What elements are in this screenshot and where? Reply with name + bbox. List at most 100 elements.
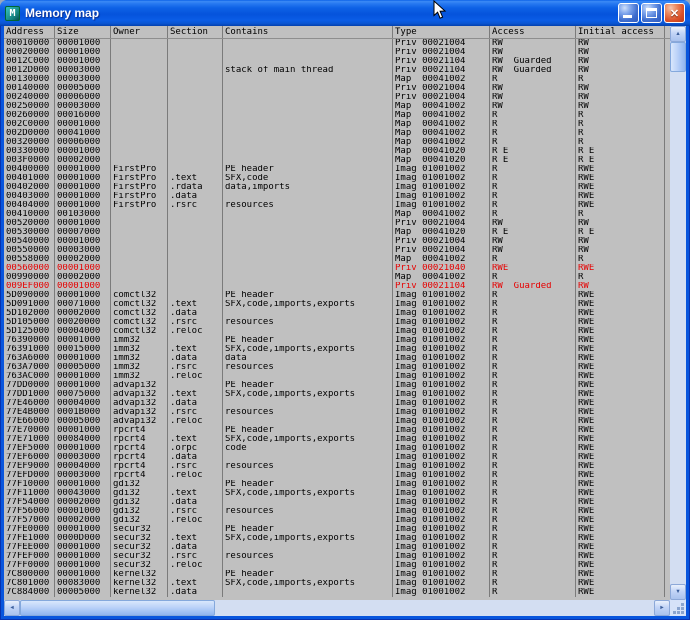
cell-access: R [490, 435, 576, 444]
table-row[interactable]: 5D09100000071000comctl32.textSFX,code,im… [4, 300, 670, 309]
table-row[interactable]: 0013000000003000Map 00041002RR [4, 75, 670, 84]
table-row[interactable]: 0056000000001000Priv 00021040RWERWE [4, 264, 670, 273]
cell-initial-access: RW [576, 84, 665, 93]
table-row[interactable]: 0055000000003000Priv 00021004RWRW [4, 246, 670, 255]
table-row[interactable]: 0001000000001000Priv 00021004RWRW [4, 39, 670, 48]
scroll-down-button[interactable]: ▼ [670, 584, 686, 600]
table-row[interactable]: 0033000000001000Map 00041020R ER E [4, 147, 670, 156]
table-row[interactable]: 77EF900000004000rpcrt4.rsrcresourcesImag… [4, 462, 670, 471]
table-row[interactable]: 0040300000001000FirstPro.dataImag 010010… [4, 192, 670, 201]
table-row[interactable]: 763AC00000001000imm32.relocImag 01001002… [4, 372, 670, 381]
scroll-up-button[interactable]: ▲ [670, 26, 686, 42]
table-row[interactable]: 0040000000001000FirstProPE headerImag 01… [4, 165, 670, 174]
column-header-section[interactable]: Section [168, 26, 223, 38]
table-row[interactable]: 5D09000000001000comctl32PE headerImag 01… [4, 291, 670, 300]
table-row[interactable]: 0012C00000001000Priv 00021104RW GuardedR… [4, 57, 670, 66]
table-row[interactable]: 0040200000001000FirstPro.rdatadata,impor… [4, 183, 670, 192]
table-row[interactable]: 5D10200000002000comctl32.dataImag 010010… [4, 309, 670, 318]
table-row[interactable]: 77E7100000084000rpcrt4.textSFX,code,impo… [4, 435, 670, 444]
cell-section [168, 156, 223, 165]
table-row[interactable]: 77FE10000000D000secur32.textSFX,code,imp… [4, 534, 670, 543]
column-header-address[interactable]: Address [4, 26, 55, 38]
vertical-scroll-thumb[interactable] [670, 42, 686, 72]
close-button[interactable]: ✕ [664, 3, 685, 23]
table-row[interactable]: 77E6600000005000advapi32.relocImag 01001… [4, 417, 670, 426]
table-row[interactable]: 77EF500000001000rpcrt4.orpccodeImag 0100… [4, 444, 670, 453]
table-row[interactable]: 002C000000001000Map 00041002RR [4, 120, 670, 129]
table-row[interactable]: 0014000000005000Priv 00021004RWRW [4, 84, 670, 93]
maximize-button[interactable] [641, 3, 662, 23]
table-row[interactable]: 0041000000103000Map 00041002RR [4, 210, 670, 219]
cell-contains [223, 84, 393, 93]
column-header-size[interactable]: Size [55, 26, 111, 38]
table-row[interactable]: 77EFD00000003000rpcrt4.relocImag 0100100… [4, 471, 670, 480]
title-bar[interactable]: M Memory map ✕ [0, 0, 690, 26]
table-row[interactable]: 77E7000000001000rpcrt4PE headerImag 0100… [4, 426, 670, 435]
resize-grip[interactable] [670, 600, 686, 616]
column-header-type[interactable]: Type [393, 26, 490, 38]
table-row[interactable]: 77FF000000001000secur32.relocImag 010010… [4, 561, 670, 570]
table-row[interactable]: 0032000000006000Map 00041002RR [4, 138, 670, 147]
table-row[interactable]: 77F1100000043000gdi32.textSFX,code,impor… [4, 489, 670, 498]
table-row[interactable]: 77F1000000001000gdi32PE headerImag 01001… [4, 480, 670, 489]
cell-section: .text [168, 390, 223, 399]
table-row[interactable]: 7C80100000083000kernel32.textSFX,code,im… [4, 579, 670, 588]
table-row[interactable]: 77FE000000001000secur32PE headerImag 010… [4, 525, 670, 534]
cell-size: 00005000 [55, 84, 111, 93]
column-header-owner[interactable]: Owner [111, 26, 168, 38]
table-row[interactable]: 7639100000015000imm32.textSFX,code,impor… [4, 345, 670, 354]
table-row[interactable]: 002D000000041000Map 00041002RR [4, 129, 670, 138]
table-row[interactable]: 77F5700000002000gdi32.relocImag 01001002… [4, 516, 670, 525]
cell-owner: gdi32 [111, 516, 168, 525]
table-row[interactable]: 77DD100000075000advapi32.textSFX,code,im… [4, 390, 670, 399]
table-row[interactable]: 77FEE00000001000secur32.dataImag 0100100… [4, 543, 670, 552]
cell-access: R [490, 372, 576, 381]
table-row[interactable]: 7C80000000001000kernel32PE headerImag 01… [4, 570, 670, 579]
table-row[interactable]: 0002000000001000Priv 00021004RWRW [4, 48, 670, 57]
table-row[interactable]: 003F000000002000Map 00041020R ER E [4, 156, 670, 165]
memory-map-client: AddressSizeOwnerSectionContainsTypeAcces… [4, 26, 686, 616]
table-row[interactable]: 0012D00000003000stack of main threadPriv… [4, 66, 670, 75]
table-row[interactable]: 77F5400000002000gdi32.dataImag 01001002R… [4, 498, 670, 507]
cell-initial-access: R E [576, 156, 665, 165]
table-row[interactable]: 5D10500000020000comctl32.rsrcresourcesIm… [4, 318, 670, 327]
table-row[interactable]: 763A600000001000imm32.datadataImag 01001… [4, 354, 670, 363]
table-row[interactable]: 77FEF00000001000secur32.rsrcresourcesIma… [4, 552, 670, 561]
table-row[interactable]: 77EF600000003000rpcrt4.dataImag 01001002… [4, 453, 670, 462]
table-row[interactable]: 0040100000001000FirstPro.textSFX,codeIma… [4, 174, 670, 183]
table-row[interactable]: 009EF00000001000Priv 00021104RW GuardedR… [4, 282, 670, 291]
table-row[interactable]: 0026000000016000Map 00041002RR [4, 111, 670, 120]
cell-type: Imag 01001002 [393, 291, 490, 300]
table-row[interactable]: 7639000000001000imm32PE headerImag 01001… [4, 336, 670, 345]
table-row[interactable]: 0040400000001000FirstPro.rsrcresourcesIm… [4, 201, 670, 210]
cell-type: Map 00041020 [393, 156, 490, 165]
cell-access: R [490, 444, 576, 453]
table-row[interactable]: 763A700000005000imm32.rsrcresourcesImag … [4, 363, 670, 372]
table-row[interactable]: 0052000000001000Priv 00021004RWRW [4, 219, 670, 228]
table-row[interactable]: 0025000000003000Map 00041002RWRW [4, 102, 670, 111]
memory-map-icon-letter: M [9, 8, 15, 19]
horizontal-scroll-track[interactable] [20, 600, 654, 616]
table-row[interactable]: 77E4B0000001B000advapi32.rsrcresourcesIm… [4, 408, 670, 417]
table-row[interactable]: 5D12500000004000comctl32.relocImag 01001… [4, 327, 670, 336]
horizontal-scrollbar[interactable]: ◄ ► [4, 600, 670, 616]
scroll-right-button[interactable]: ► [654, 600, 670, 616]
scroll-left-button[interactable]: ◄ [4, 600, 20, 616]
table-row[interactable]: 77DD000000001000advapi32PE headerImag 01… [4, 381, 670, 390]
column-header-initial-access[interactable]: Initial access [576, 26, 665, 38]
table-row[interactable]: 7C88400000005000kernel32.dataImag 010010… [4, 588, 670, 597]
column-header-access[interactable]: Access [490, 26, 576, 38]
table-row[interactable]: 0055800000002000Map 00041002RR [4, 255, 670, 264]
column-header-contains[interactable]: Contains [223, 26, 393, 38]
table-row[interactable]: 0054000000001000Priv 00021004RWRW [4, 237, 670, 246]
table-row[interactable]: 0024000000006000Priv 00021004RWRW [4, 93, 670, 102]
table-row[interactable]: 0099000000002000Map 00041002RR [4, 273, 670, 282]
vertical-scrollbar[interactable]: ▲ ▼ [670, 26, 686, 600]
cell-size: 00043000 [55, 489, 111, 498]
vertical-scroll-track[interactable] [670, 42, 686, 584]
table-row[interactable]: 0053000000007000Map 00041020R ER E [4, 228, 670, 237]
horizontal-scroll-thumb[interactable] [20, 600, 215, 616]
table-row[interactable]: 77F5600000001000gdi32.rsrcresourcesImag … [4, 507, 670, 516]
minimize-button[interactable] [618, 3, 639, 23]
table-row[interactable]: 77E4600000004000advapi32.dataImag 010010… [4, 399, 670, 408]
